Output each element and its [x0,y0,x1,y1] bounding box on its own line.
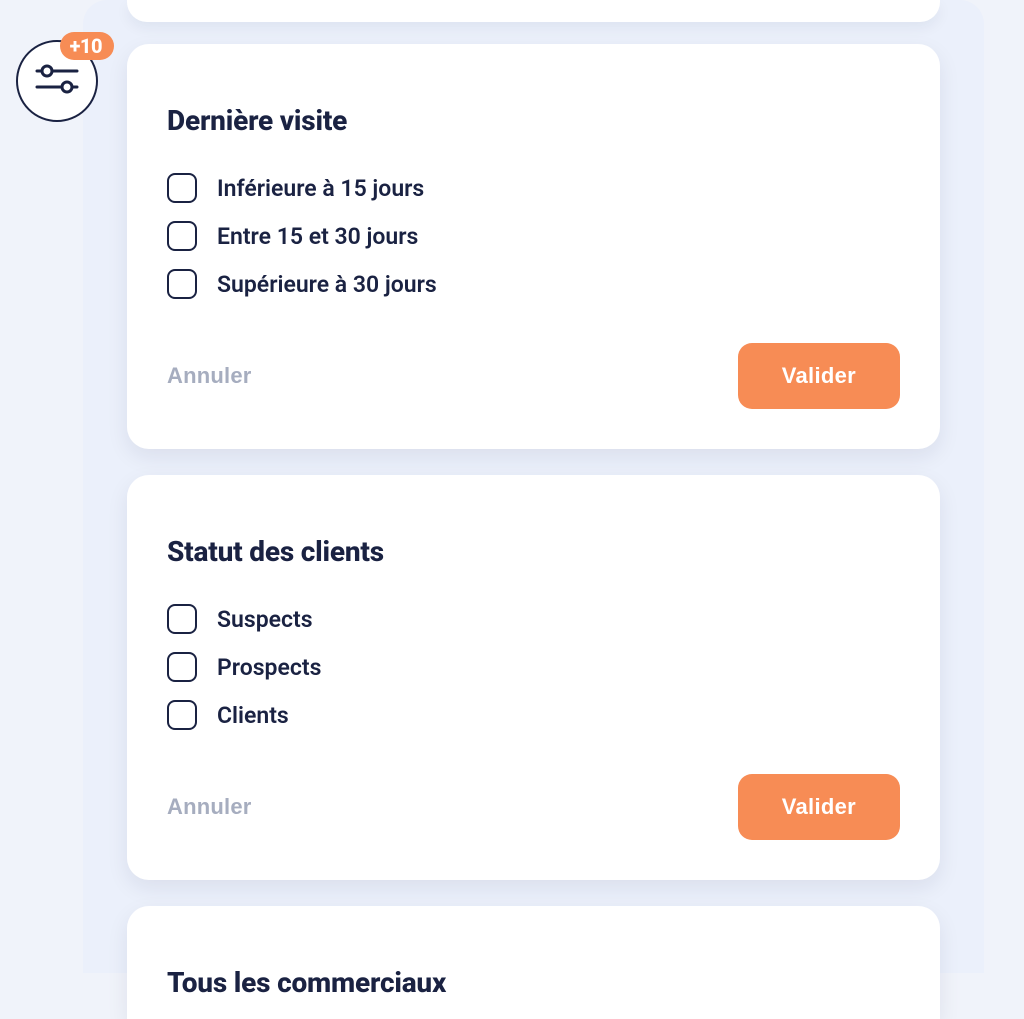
filter-count-badge: +10 [60,32,114,60]
option-label: Entre 15 et 30 jours [217,223,418,250]
client-status-card: Statut des clients Suspects Prospects Cl… [127,475,940,880]
option-label: Prospects [217,654,321,681]
client-status-options: Suspects Prospects Clients [167,604,900,730]
validate-button[interactable]: Valider [738,774,900,840]
option-clients[interactable]: Clients [167,700,900,730]
option-15-30[interactable]: Entre 15 et 30 jours [167,221,900,251]
option-label: Inférieure à 15 jours [217,175,424,202]
sliders-icon [35,57,79,105]
option-suspects[interactable]: Suspects [167,604,900,634]
all-reps-card: Tous les commerciaux [127,906,940,1019]
option-label: Supérieure à 30 jours [217,271,437,298]
checkbox-icon [167,604,197,634]
checkbox-icon [167,269,197,299]
option-label: Suspects [217,606,313,633]
cancel-button[interactable]: Annuler [167,363,252,389]
all-reps-title: Tous les commerciaux [167,966,900,999]
client-status-title: Statut des clients [167,535,900,568]
option-label: Clients [217,702,289,729]
client-status-actions: Annuler Valider [167,774,900,840]
checkbox-icon [167,173,197,203]
last-visit-actions: Annuler Valider [167,343,900,409]
last-visit-card: Dernière visite Inférieure à 15 jours En… [127,44,940,449]
filter-toggle-button[interactable]: +10 [16,40,98,122]
option-prospects[interactable]: Prospects [167,652,900,682]
checkbox-icon [167,221,197,251]
checkbox-icon [167,700,197,730]
option-gt-30[interactable]: Supérieure à 30 jours [167,269,900,299]
checkbox-icon [167,652,197,682]
last-visit-options: Inférieure à 15 jours Entre 15 et 30 jou… [167,173,900,299]
last-visit-title: Dernière visite [167,104,900,137]
option-lt-15[interactable]: Inférieure à 15 jours [167,173,900,203]
previous-card-stub [127,0,940,22]
validate-button[interactable]: Valider [738,343,900,409]
cancel-button[interactable]: Annuler [167,794,252,820]
filter-panel: Dernière visite Inférieure à 15 jours En… [83,0,984,973]
